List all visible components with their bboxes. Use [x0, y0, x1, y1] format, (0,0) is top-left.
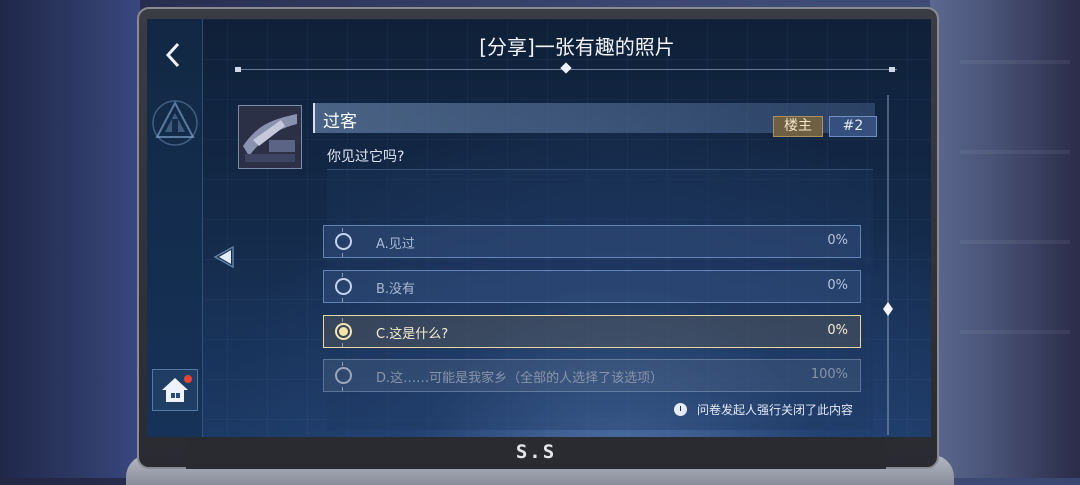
scrollbar-track[interactable]: [887, 95, 889, 435]
option-label: D.这……可能是我家乡（全部的人选择了该选项）: [376, 371, 664, 386]
divider-cap-left: [235, 67, 241, 72]
page-title: [分享]一张有趣的照片: [479, 35, 675, 59]
laptop-bezel: S.S: [186, 437, 886, 469]
back-button[interactable]: [157, 37, 191, 73]
home-button[interactable]: [152, 369, 198, 411]
notification-dot: [184, 375, 192, 383]
author-avatar[interactable]: [238, 105, 302, 169]
option-percent: 0%: [827, 233, 848, 248]
poll-option-b[interactable]: B.没有 0%: [323, 270, 861, 303]
sidebar: [147, 19, 203, 437]
radio-selected-icon: [335, 323, 352, 340]
divider-cap-right: [889, 67, 895, 72]
radio-icon: [335, 233, 352, 250]
background-right: [930, 0, 1080, 478]
screen: [分享]一张有趣的照片 过客 楼主 #2 你见过它吗? A.见过 0% B.没有…: [147, 19, 931, 437]
option-percent: 0%: [827, 323, 848, 338]
option-label: C.这是什么?: [376, 327, 449, 342]
triangle-left-icon[interactable]: [211, 245, 237, 269]
back-arrow-icon: [165, 42, 180, 68]
author-bar-edge: [313, 103, 315, 133]
option-label: A.见过: [376, 237, 415, 252]
option-percent: 100%: [810, 367, 848, 382]
poll-option-d: D.这……可能是我家乡（全部的人选择了该选项） 100%: [323, 359, 861, 392]
device-logo: S.S: [515, 441, 557, 463]
triangle-emblem-icon: [152, 100, 198, 146]
poll-option-a[interactable]: A.见过 0%: [323, 225, 861, 258]
author-name[interactable]: 过客: [323, 107, 357, 132]
closed-notice: 问卷发起人强行关闭了此内容: [697, 403, 854, 417]
poll-option-c[interactable]: C.这是什么? 0%: [323, 315, 861, 348]
clock-icon: [674, 403, 687, 416]
avatar-image: [239, 106, 301, 168]
option-label: B.没有: [376, 282, 416, 297]
option-percent: 0%: [827, 278, 848, 293]
radio-icon: [335, 367, 352, 384]
scrollbar-thumb[interactable]: [883, 302, 893, 316]
floor-number-badge: #2: [829, 116, 877, 137]
poll-question: 你见过它吗?: [327, 149, 405, 165]
owner-badge: 楼主: [773, 116, 823, 137]
background-left: [0, 0, 140, 478]
radio-icon: [335, 278, 352, 295]
